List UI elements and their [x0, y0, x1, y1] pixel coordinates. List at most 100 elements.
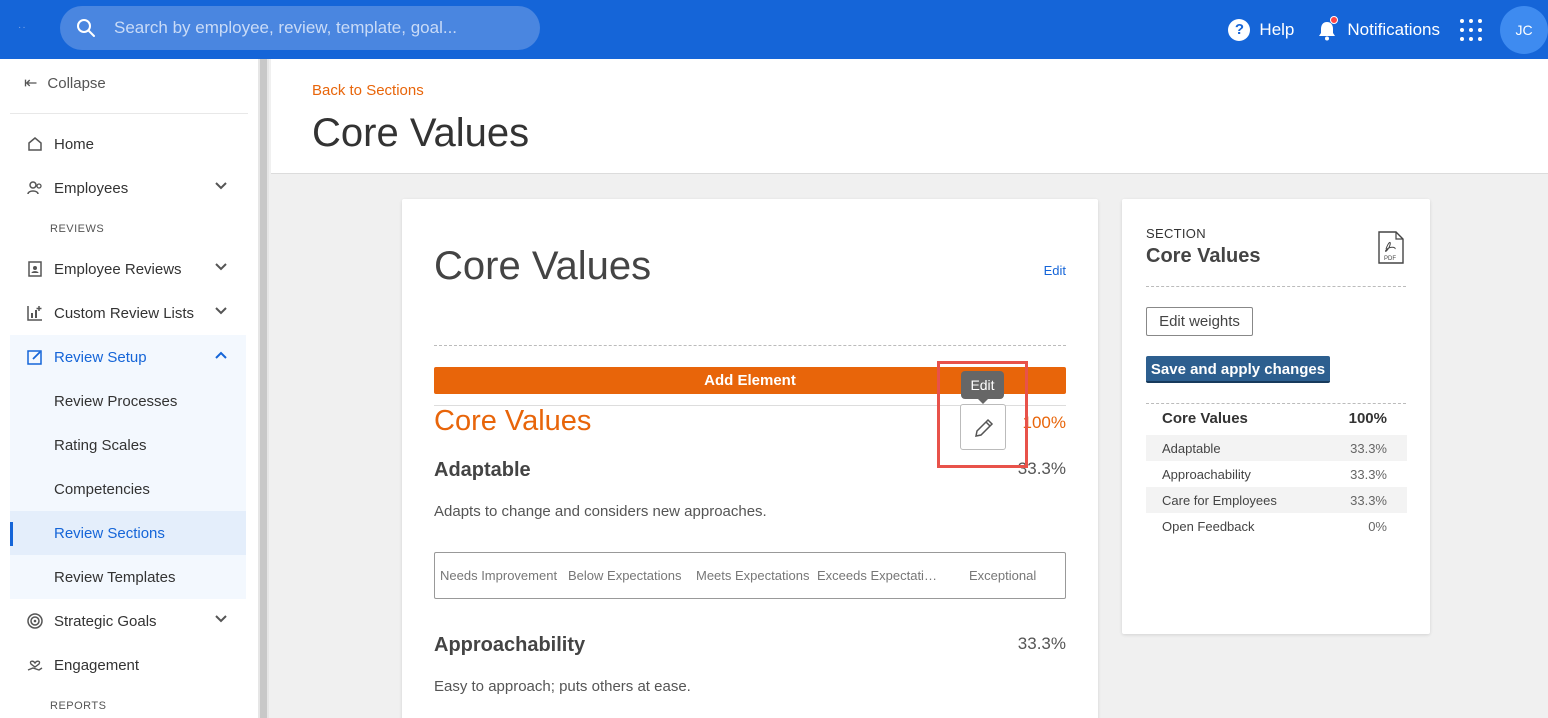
top-bar: ·· ? Help Notifications JC	[0, 0, 1548, 59]
element-name: Adaptable	[434, 459, 531, 481]
sidebar-item-label: Engagement	[54, 656, 140, 674]
apps-grid-icon[interactable]	[1460, 18, 1482, 41]
collapse-button[interactable]: ⇤ Collapse	[24, 73, 106, 93]
help-icon: ?	[1228, 18, 1251, 41]
weight-row: Approachability 33.3%	[1146, 461, 1407, 487]
save-and-apply-button[interactable]: Save and apply changes	[1146, 356, 1330, 383]
search-icon	[77, 19, 95, 37]
chevron-down-icon	[215, 615, 227, 623]
edit-weights-button[interactable]: Edit weights	[1146, 307, 1253, 336]
clipboard-user-icon	[28, 261, 42, 277]
weight-percent: 0%	[1368, 519, 1387, 534]
notification-dot	[1330, 15, 1339, 24]
sidebar-item-engagement[interactable]: Engagement	[10, 643, 246, 687]
sidebar-subitem-review-templates[interactable]: Review Templates	[10, 555, 246, 599]
notifications-label: Notifications	[1347, 19, 1440, 39]
element-description: Easy to approach; puts others at ease.	[434, 678, 691, 695]
weights-total-row: Core Values 100%	[1146, 408, 1407, 430]
highlight-box	[937, 361, 1028, 468]
sidebar-subitem-review-processes[interactable]: Review Processes	[10, 379, 246, 423]
divider	[1146, 286, 1406, 287]
sidebar-subitem-rating-scales[interactable]: Rating Scales	[10, 423, 246, 467]
rating-scale: Needs Improvement Below Expectations Mee…	[434, 552, 1066, 599]
weight-row: Open Feedback 0%	[1146, 513, 1407, 539]
target-icon	[27, 613, 43, 629]
svg-text:PDF: PDF	[1384, 256, 1396, 262]
weight-name: Open Feedback	[1162, 519, 1255, 534]
scrollbar-thumb[interactable]	[260, 59, 267, 718]
section-header-reports: REPORTS	[50, 700, 107, 712]
weight-name: Adaptable	[1162, 441, 1221, 456]
weights-total-percent: 100%	[1348, 410, 1387, 427]
notifications-button[interactable]: Notifications	[1316, 15, 1440, 41]
pdf-icon[interactable]: PDF	[1378, 231, 1404, 264]
sidebar-item-label: Employees	[54, 179, 129, 197]
sidebar-item-label: Home	[54, 135, 95, 153]
sidebar-subitem-label: Review Sections	[54, 524, 165, 542]
section-weights-panel: SECTION Core Values PDF Edit weights Sav…	[1122, 199, 1430, 634]
scale-label: Needs Improvement	[440, 568, 558, 583]
sidebar-item-strategic-goals[interactable]: Strategic Goals	[10, 599, 246, 643]
search-bar[interactable]	[60, 6, 540, 50]
sidebar-item-label: Custom Review Lists	[54, 304, 195, 322]
edit-section-link[interactable]: Edit	[1044, 263, 1066, 278]
chevron-down-icon	[215, 307, 227, 315]
active-indicator	[10, 522, 13, 546]
back-to-sections-link[interactable]: Back to Sections	[312, 82, 424, 99]
sidebar-subitem-label: Review Templates	[54, 568, 176, 586]
avatar[interactable]: JC	[1500, 5, 1548, 54]
help-label: Help	[1259, 19, 1295, 39]
section-header-reviews: REVIEWS	[50, 223, 105, 235]
chevron-down-icon	[215, 182, 227, 190]
divider	[1146, 403, 1406, 404]
weights-total-name: Core Values	[1162, 410, 1248, 427]
weight-name: Approachability	[1162, 467, 1251, 482]
element-description: Adapts to change and considers new appro…	[434, 503, 767, 520]
people-icon	[27, 181, 42, 195]
collapse-label: Collapse	[47, 74, 106, 92]
sidebar-item-review-setup[interactable]: Review Setup	[10, 335, 246, 379]
divider	[10, 113, 248, 114]
menu-dots-icon[interactable]: ··	[18, 22, 27, 33]
sidebar-item-employees[interactable]: Employees	[10, 166, 246, 210]
sidebar-item-label: Review Setup	[54, 348, 147, 366]
element-name: Approachability	[434, 634, 586, 656]
sidebar-item-label: Employee Reviews	[54, 260, 182, 278]
weight-percent: 33.3%	[1350, 493, 1387, 508]
chevron-down-icon	[215, 263, 227, 271]
panel-label: SECTION	[1146, 226, 1206, 241]
weight-row: Care for Employees 33.3%	[1146, 487, 1407, 513]
home-icon	[28, 137, 42, 151]
arrow-left-icon: ⇤	[24, 75, 38, 92]
hand-heart-icon	[27, 660, 43, 671]
page-title: Core Values	[312, 111, 530, 155]
weight-percent: 33.3%	[1350, 441, 1387, 456]
chevron-up-icon	[215, 351, 227, 359]
sidebar-scrollbar[interactable]	[258, 59, 269, 718]
sidebar: ⇤ Collapse Home Employees REVIEWS Employ…	[0, 59, 258, 718]
element-percent: 33.3%	[1017, 634, 1066, 653]
sidebar-item-home[interactable]: Home	[10, 122, 246, 166]
sidebar-item-employee-reviews[interactable]: Employee Reviews	[10, 247, 246, 291]
sidebar-item-custom-review-lists[interactable]: Custom Review Lists	[10, 291, 246, 335]
scale-label: Exceptional	[969, 568, 1037, 583]
search-input[interactable]	[114, 6, 524, 50]
page-header: Back to Sections Core Values	[271, 59, 1548, 174]
chart-plus-icon	[27, 306, 42, 321]
sidebar-subitem-review-sections[interactable]: Review Sections	[10, 511, 246, 555]
edit-square-icon	[27, 350, 42, 365]
divider	[434, 345, 1066, 346]
scale-label: Meets Expectations	[696, 568, 810, 583]
help-button[interactable]: ? Help	[1228, 18, 1295, 41]
panel-title: Core Values	[1146, 245, 1261, 267]
sidebar-subitem-label: Review Processes	[54, 392, 178, 410]
sidebar-subitem-label: Rating Scales	[54, 436, 147, 454]
scale-label: Exceeds Expectati…	[817, 568, 937, 583]
section-percent: 100%	[1022, 413, 1066, 432]
card-title: Core Values	[434, 244, 652, 288]
weight-name: Care for Employees	[1162, 493, 1277, 508]
sidebar-subitem-label: Competencies	[54, 480, 150, 498]
section-name: Core Values	[434, 405, 592, 437]
sidebar-item-label: Strategic Goals	[54, 612, 157, 630]
sidebar-subitem-competencies[interactable]: Competencies	[10, 467, 246, 511]
